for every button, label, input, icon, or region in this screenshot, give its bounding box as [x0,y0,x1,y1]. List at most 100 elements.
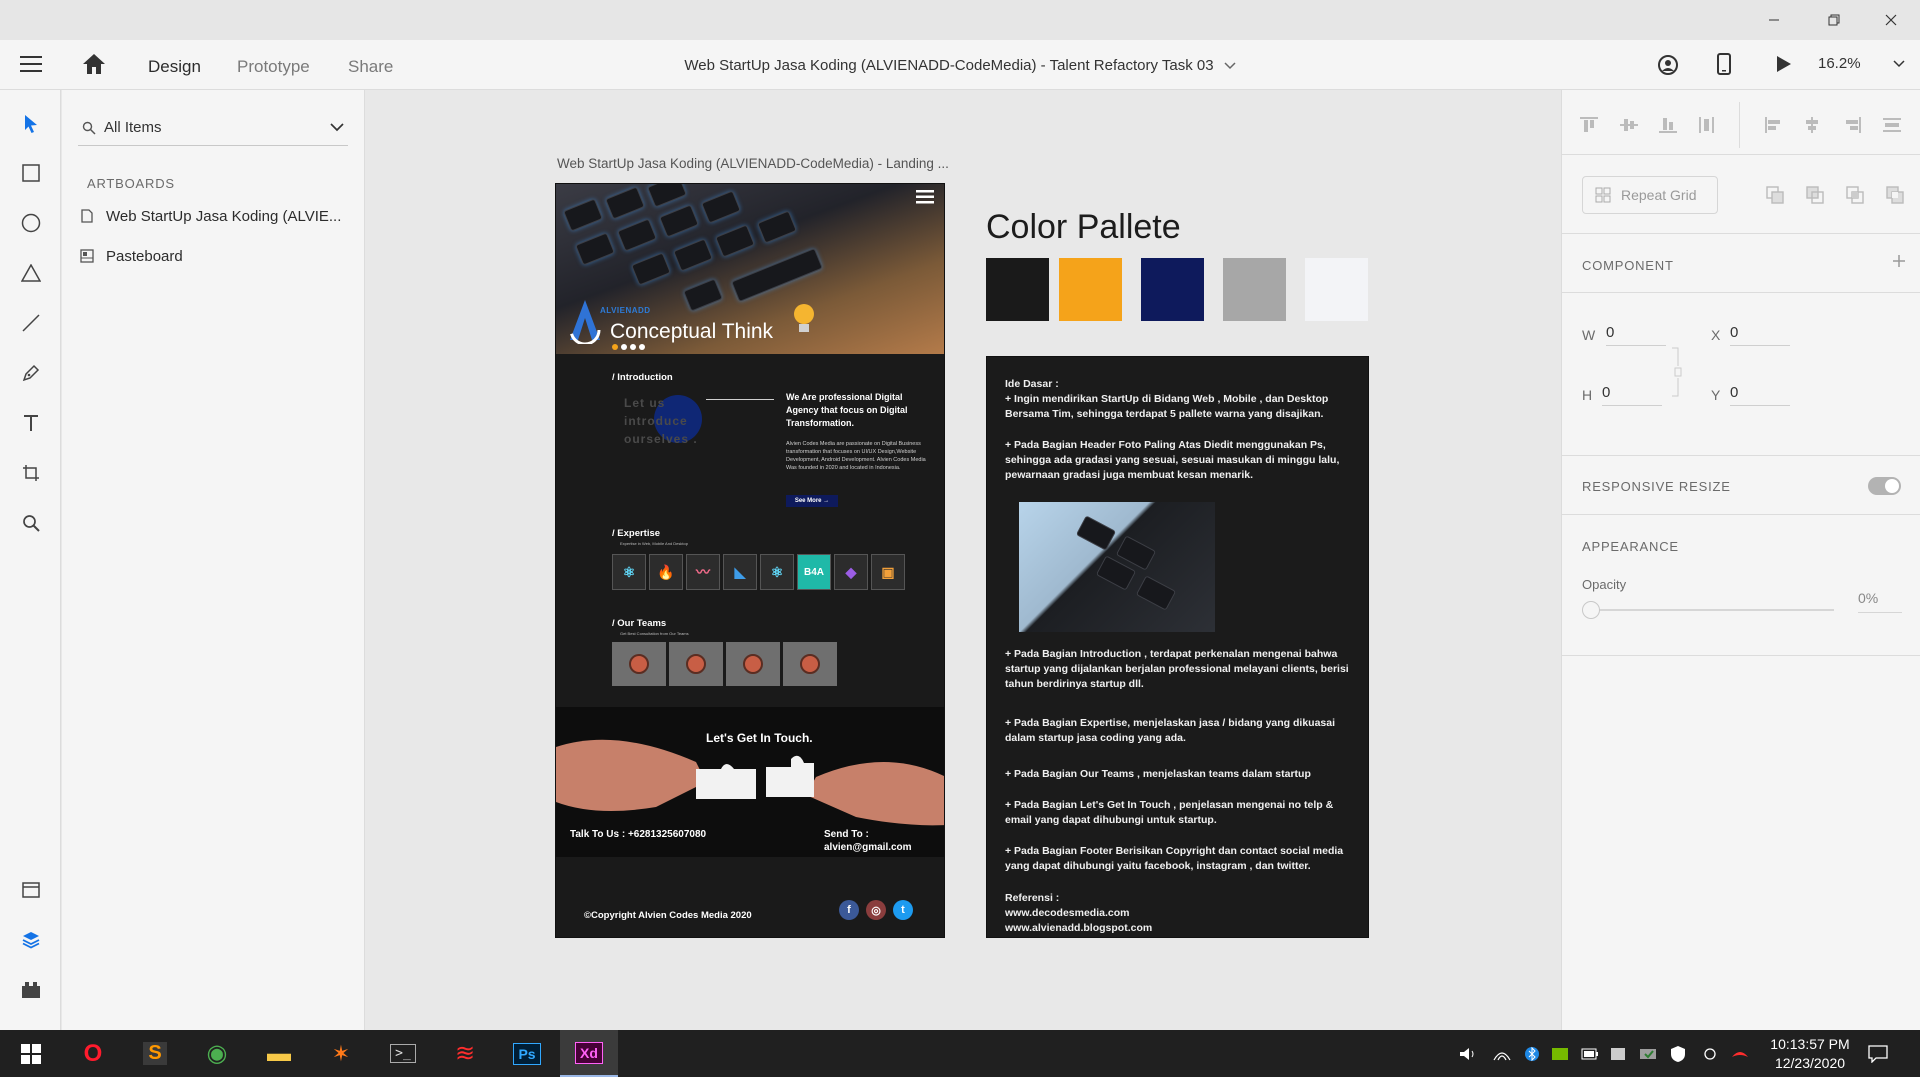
share-user-button[interactable] [1657,54,1679,76]
system-clock[interactable]: 10:13:57 PM 12/23/2020 [1760,1035,1860,1073]
note-point: + Pada Bagian Header Foto Paling Atas Di… [1005,439,1340,481]
design-canvas[interactable]: Web StartUp Jasa Koding (ALVIENADD-CodeM… [366,90,1560,1030]
layers-button[interactable] [14,923,48,957]
zoom-tool[interactable] [14,506,48,540]
x-position-field[interactable]: 0 [1730,324,1790,346]
pen-tool[interactable] [14,356,48,390]
bluetooth-icon[interactable] [1522,1044,1542,1064]
text-tool[interactable] [14,406,48,440]
layer-item-pasteboard[interactable]: Pasteboard [78,242,358,270]
volume-icon[interactable] [1458,1044,1478,1064]
minimize-button[interactable] [1751,0,1797,40]
color-swatch-gray[interactable] [1223,258,1286,321]
chevron-down-icon [1893,60,1905,68]
taskbar-app[interactable]: ◉ [188,1030,246,1077]
storage-icon[interactable] [1608,1044,1628,1064]
line-tool[interactable] [14,306,48,340]
team-member-card [669,642,723,686]
search-icon [82,121,96,135]
align-center-button[interactable] [1799,112,1825,138]
expertise-tile-codeigniter: 🔥 [649,554,683,590]
boolean-exclude-button[interactable] [1882,182,1908,208]
twitter-icon[interactable]: t [893,900,913,920]
chrome-icon: ◉ [206,1040,228,1067]
add-component-button[interactable] [1892,254,1906,268]
ellipse-tool[interactable] [14,206,48,240]
instagram-icon[interactable]: ◎ [866,900,886,920]
zoom-dropdown-button[interactable] [1893,60,1905,68]
height-field[interactable]: 0 [1602,384,1662,406]
taskbar-app[interactable]: ✶ [312,1030,370,1077]
color-palette-title[interactable]: Color Pallete [986,208,1181,247]
landing-page-artboard[interactable]: ALVIENADD Conceptual Think / Introductio… [555,183,945,938]
color-swatch-black[interactable] [986,258,1049,321]
device-preview-button[interactable] [1717,53,1731,75]
opacity-slider[interactable] [1582,601,1834,619]
artboard-tool[interactable] [14,456,48,490]
teams-subtitle: Get Best Consultation from Our Teams [620,631,689,636]
restore-button[interactable] [1811,0,1857,40]
taskbar-app[interactable]: >_ [374,1030,432,1077]
responsive-resize-toggle[interactable] [1868,477,1901,495]
color-swatch-white[interactable] [1305,258,1368,321]
boolean-subtract-button[interactable] [1802,182,1828,208]
start-button[interactable] [2,1030,60,1077]
network-tray-icon[interactable] [1638,1044,1658,1064]
sync-icon[interactable] [1700,1044,1720,1064]
align-right-button[interactable] [1839,112,1865,138]
boolean-add-button[interactable] [1762,182,1788,208]
razer-tray-icon[interactable] [1730,1044,1750,1064]
hero-header-image: ALVIENADD Conceptual Think [556,184,944,354]
close-icon [1885,14,1897,26]
document-title-dropdown[interactable]: Web StartUp Jasa Koding (ALVIENADD-CodeM… [684,57,1236,74]
taskbar-app[interactable]: S [126,1030,184,1077]
rectangle-tool[interactable] [14,156,48,190]
see-more-button[interactable]: See More → [786,495,838,507]
brand-logo-icon [569,300,601,344]
tab-share[interactable]: Share [348,57,393,77]
tab-prototype[interactable]: Prototype [237,57,310,77]
taskbar-app-active[interactable]: Xd [560,1030,618,1077]
boolean-intersect-button[interactable] [1842,182,1868,208]
taskbar-app[interactable]: ▬ [250,1030,308,1077]
hamburger-menu-icon[interactable] [916,190,934,204]
magnifier-icon [23,515,40,532]
opacity-field[interactable]: 0% [1858,590,1902,613]
hamburger-menu-button[interactable] [20,55,42,73]
zoom-level[interactable]: 16.2% [1818,55,1861,72]
close-window-button[interactable] [1868,0,1914,40]
taskbar-app[interactable]: ≋ [436,1030,494,1077]
document-assets-button[interactable] [14,873,48,907]
visual-studio-icon: ◆ [845,563,857,580]
play-preview-button[interactable] [1776,55,1792,73]
distribute-horizontal-button[interactable] [1879,112,1905,138]
battery-icon[interactable] [1580,1044,1600,1064]
repeat-grid-button[interactable]: Repeat Grid [1582,176,1718,214]
polygon-tool[interactable] [14,256,48,290]
distribute-vertical-button[interactable] [1694,112,1720,138]
notification-center-button[interactable] [1868,1044,1888,1064]
taskbar-app[interactable]: O [64,1030,122,1077]
facebook-icon[interactable]: f [839,900,859,920]
plugins-button[interactable] [14,973,48,1007]
select-tool[interactable] [14,107,48,141]
color-swatch-orange[interactable] [1059,258,1122,321]
design-notes-panel[interactable]: Ide Dasar : + Ingin mendirikan StartUp d… [986,356,1369,938]
layer-item-artboard[interactable]: Web StartUp Jasa Koding (ALVIE... [78,202,358,230]
tab-design[interactable]: Design [148,57,201,92]
align-middle-button[interactable] [1616,112,1642,138]
artboard-title[interactable]: Web StartUp Jasa Koding (ALVIENADD-CodeM… [557,156,949,171]
width-field[interactable]: 0 [1606,324,1666,346]
security-shield-icon[interactable] [1668,1044,1688,1064]
teams-heading: / Our Teams [612,618,667,629]
nvidia-icon[interactable] [1550,1044,1570,1064]
align-left-button[interactable] [1761,112,1787,138]
align-bottom-button[interactable] [1655,112,1681,138]
color-swatch-navy[interactable] [1141,258,1204,321]
layers-filter-dropdown[interactable]: All Items [78,110,348,146]
y-position-field[interactable]: 0 [1730,384,1790,406]
align-top-button[interactable] [1576,112,1602,138]
wifi-icon[interactable] [1492,1044,1512,1064]
taskbar-app[interactable]: Ps [498,1030,556,1077]
home-button[interactable] [82,53,106,75]
